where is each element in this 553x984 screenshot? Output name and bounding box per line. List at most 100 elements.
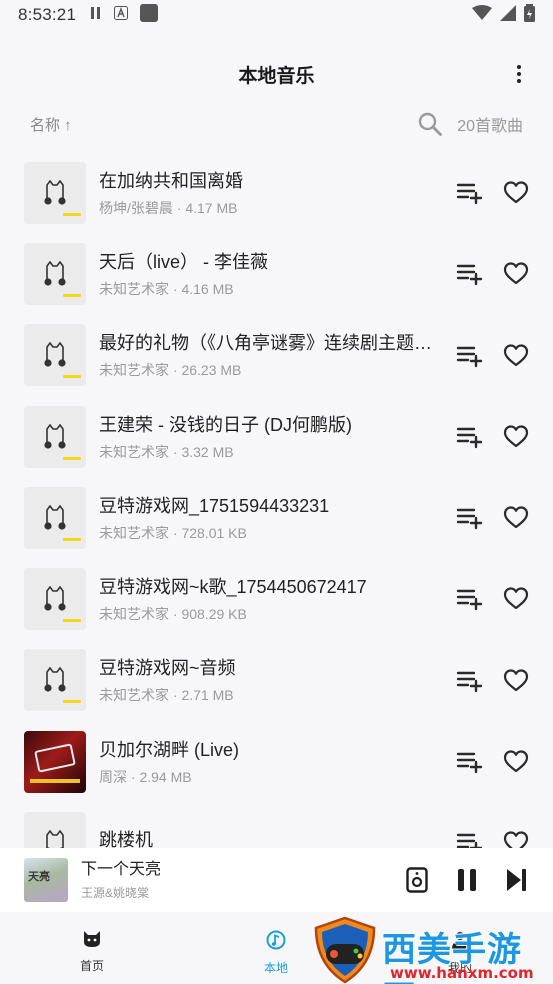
default-music-cat-icon [41, 829, 69, 848]
default-music-cat-icon [41, 585, 69, 617]
song-meta: 未知艺术家 · 3.32 MB [99, 443, 234, 460]
default-music-cat-icon [41, 423, 69, 455]
pause-button[interactable] [456, 867, 478, 898]
song-cover [24, 486, 86, 549]
square-status-icon [140, 3, 159, 27]
song-title: 贝加尔湖畔 (Live) [99, 739, 240, 760]
music-note-icon [266, 930, 286, 955]
song-cover [24, 242, 86, 305]
cover-accent-bar [63, 375, 81, 379]
song-info: 跳楼机 [99, 828, 447, 848]
nav-home[interactable]: 首页 [62, 930, 122, 974]
add-to-playlist-icon[interactable] [456, 344, 484, 368]
default-music-cat-icon [41, 179, 69, 211]
sort-bar: 名称 ↑ 20首歌曲 [0, 104, 553, 144]
song-title: 天后（live） - 李佳薇 [99, 251, 269, 272]
song-title: 豆特游戏网~k歌_1754450672417 [99, 577, 367, 598]
default-music-cat-icon [41, 341, 69, 373]
song-cover [24, 405, 86, 468]
song-title: 王建荣 - 没钱的日子 (DJ何鹏版) [99, 414, 352, 435]
add-to-playlist-icon[interactable] [456, 750, 484, 774]
watermark-url: www.hanxm.com [390, 964, 534, 982]
song-meta: 未知艺术家 · 908.29 KB [99, 606, 247, 623]
cover-accent-bar [63, 456, 81, 460]
app-bar: 本地音乐 [0, 46, 553, 102]
nav-local[interactable]: 本地 [246, 930, 306, 976]
status-time: 8:53:21 [18, 5, 77, 24]
favorite-heart-icon[interactable] [503, 180, 529, 206]
song-row[interactable]: 豆特游戏网~k歌_1754450672417 未知艺术家 · 908.29 KB [0, 558, 553, 639]
add-to-playlist-icon[interactable] [456, 669, 484, 693]
playlist-queue-icon[interactable] [406, 867, 428, 898]
favorite-heart-icon[interactable] [503, 586, 529, 612]
page-title: 本地音乐 [238, 65, 315, 87]
now-playing-artist: 王源&姚晓棠 [81, 885, 150, 900]
song-row[interactable]: 豆特游戏网~音频 未知艺术家 · 2.71 MB [0, 640, 553, 721]
song-cover [24, 324, 86, 387]
song-cover [24, 161, 86, 224]
add-to-playlist-icon[interactable] [456, 425, 484, 449]
favorite-heart-icon[interactable] [503, 261, 529, 287]
song-meta: 未知艺术家 · 4.16 MB [99, 280, 234, 297]
song-row[interactable]: 天后（live） - 李佳薇 未知艺术家 · 4.16 MB [0, 233, 553, 314]
song-count: 20首歌曲 [457, 118, 523, 135]
song-meta: 未知艺术家 · 26.23 MB [99, 362, 242, 379]
gamepad-shield-logo [312, 916, 378, 984]
song-row[interactable]: 王建荣 - 没钱的日子 (DJ何鹏版) 未知艺术家 · 3.32 MB [0, 396, 553, 477]
add-to-playlist-icon[interactable] [456, 262, 484, 286]
cover-accent-bar [63, 212, 81, 216]
song-info: 豆特游戏网_1751594433231 未知艺术家 · 728.01 KB [99, 494, 447, 542]
more-dot-icon [517, 79, 521, 83]
mini-player-info: 下一个天亮 王源&姚晓棠 [81, 860, 161, 901]
song-cover [24, 649, 86, 712]
mini-player-cover: 天亮 [24, 858, 68, 902]
sort-button[interactable]: 名称 ↑ [30, 114, 72, 135]
mini-player[interactable]: 天亮 下一个天亮 王源&姚晓棠 [0, 848, 553, 912]
song-row[interactable]: 在加纳共和国离婚 杨坤/张碧晨 · 4.17 MB [0, 152, 553, 233]
song-cover [24, 568, 86, 631]
song-title: 在加纳共和国离婚 [99, 170, 243, 191]
song-cover [24, 730, 86, 793]
more-dot-icon [517, 65, 521, 69]
more-options-button[interactable] [507, 62, 531, 86]
song-row[interactable]: 最好的礼物（《八角亭谜雾》连续剧主题… 未知艺术家 · 26.23 MB [0, 315, 553, 396]
song-meta: 周深 · 2.94 MB [99, 768, 192, 785]
add-to-playlist-icon[interactable] [456, 506, 484, 530]
signal-icon [500, 4, 516, 26]
song-title: 豆特游戏网_1751594433231 [99, 495, 330, 516]
favorite-heart-icon[interactable] [503, 505, 529, 531]
song-info: 王建荣 - 没钱的日子 (DJ何鹏版) 未知艺术家 · 3.32 MB [99, 413, 447, 461]
song-row[interactable]: 豆特游戏网_1751594433231 未知艺术家 · 728.01 KB [0, 477, 553, 558]
more-dot-icon [517, 72, 521, 76]
favorite-heart-icon[interactable] [503, 668, 529, 694]
cover-accent-bar [63, 700, 81, 704]
app-status-icon [114, 5, 129, 25]
add-to-playlist-icon[interactable] [456, 831, 484, 848]
favorite-heart-icon[interactable] [503, 749, 529, 775]
favorite-heart-icon[interactable] [503, 343, 529, 369]
album-art-logo [34, 743, 76, 773]
favorite-heart-icon[interactable] [503, 830, 529, 848]
wifi-icon [472, 4, 492, 26]
add-to-playlist-icon[interactable] [456, 587, 484, 611]
song-info: 天后（live） - 李佳薇 未知艺术家 · 4.16 MB [99, 250, 447, 298]
song-meta: 未知艺术家 · 2.71 MB [99, 687, 234, 704]
default-music-cat-icon [41, 260, 69, 292]
watermark: 西美手游网 www.hanxm.com [308, 912, 553, 984]
battery-icon [524, 3, 535, 27]
song-meta: 杨坤/张碧晨 · 4.17 MB [99, 199, 238, 216]
favorite-heart-icon[interactable] [503, 424, 529, 450]
pause-status-icon [90, 5, 102, 25]
song-list: 在加纳共和国离婚 杨坤/张碧晨 · 4.17 MB 天后（live） - 李佳薇… [0, 152, 553, 848]
next-track-button[interactable] [505, 867, 529, 898]
song-row[interactable]: 贝加尔湖畔 (Live) 周深 · 2.94 MB [0, 721, 553, 802]
song-info: 最好的礼物（《八角亭谜雾》连续剧主题… 未知艺术家 · 26.23 MB [99, 331, 447, 379]
search-icon[interactable] [417, 111, 443, 137]
add-to-playlist-icon[interactable] [456, 181, 484, 205]
nav-local-label: 本地 [263, 961, 288, 975]
cover-accent-bar [63, 537, 81, 541]
status-bar: 8:53:21 [0, 0, 553, 30]
song-row[interactable]: 跳楼机 [0, 802, 553, 848]
song-cover [24, 812, 86, 848]
song-info: 豆特游戏网~k歌_1754450672417 未知艺术家 · 908.29 KB [99, 575, 447, 623]
